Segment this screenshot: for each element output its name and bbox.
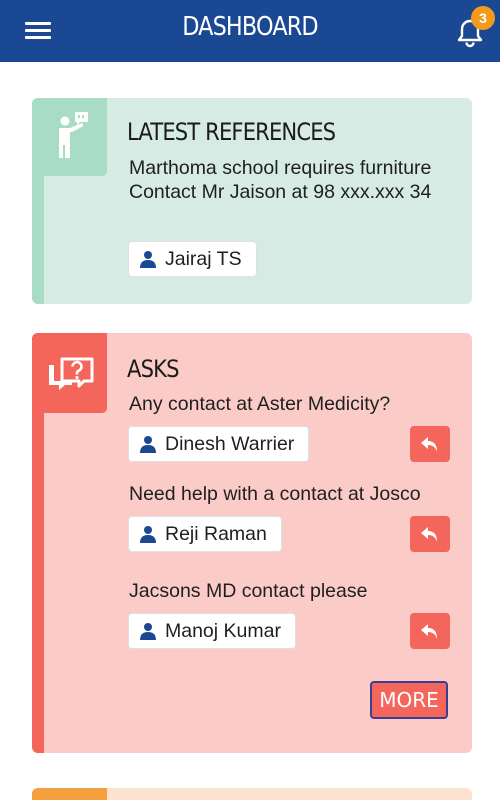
- ask-person-chip[interactable]: Reji Raman: [128, 516, 282, 552]
- more-button[interactable]: MORE: [370, 681, 448, 719]
- question-bubble-icon: [49, 357, 94, 390]
- asks-icon-block: [32, 333, 107, 413]
- references-icon-block: [32, 98, 107, 176]
- user-icon: [140, 526, 156, 543]
- reply-button[interactable]: [410, 516, 450, 552]
- reference-text: Marthoma school requires furniture Conta…: [129, 157, 432, 203]
- page-title: DASHBOARD: [182, 12, 318, 42]
- ask-person-chip[interactable]: Manoj Kumar: [128, 613, 296, 649]
- asks-card: ASKS Any contact at Aster Medicity? Dine…: [32, 333, 472, 753]
- top-app-bar: DASHBOARD 3: [0, 0, 500, 62]
- person-name: Reji Raman: [165, 522, 267, 545]
- next-card-partial: [32, 788, 472, 800]
- person-name: Jairaj TS: [165, 247, 242, 270]
- ask-question: Any contact at Aster Medicity?: [129, 393, 391, 415]
- references-title: LATEST REFERENCES: [127, 118, 336, 146]
- ask-person-chip[interactable]: Dinesh Warrier: [128, 426, 310, 462]
- reply-button[interactable]: [410, 613, 450, 649]
- reply-button[interactable]: [410, 426, 450, 462]
- reply-icon: [421, 527, 437, 542]
- reply-icon: [421, 624, 437, 639]
- latest-references-card: LATEST REFERENCES Marthoma school requir…: [32, 98, 472, 304]
- presenter-speech-icon: [59, 112, 88, 158]
- user-icon: [140, 623, 156, 640]
- reply-icon: [421, 437, 437, 452]
- ask-question: Need help with a contact at Josco: [129, 483, 421, 505]
- person-name: Manoj Kumar: [165, 619, 281, 642]
- reference-person-chip[interactable]: Jairaj TS: [128, 241, 257, 277]
- user-icon: [140, 251, 156, 268]
- person-name: Dinesh Warrier: [165, 432, 295, 455]
- ask-question: Jacsons MD contact please: [129, 580, 368, 602]
- asks-title: ASKS: [127, 355, 179, 383]
- notification-count-badge: 3: [471, 6, 495, 30]
- user-icon: [140, 436, 156, 453]
- next-icon-block: [32, 788, 107, 800]
